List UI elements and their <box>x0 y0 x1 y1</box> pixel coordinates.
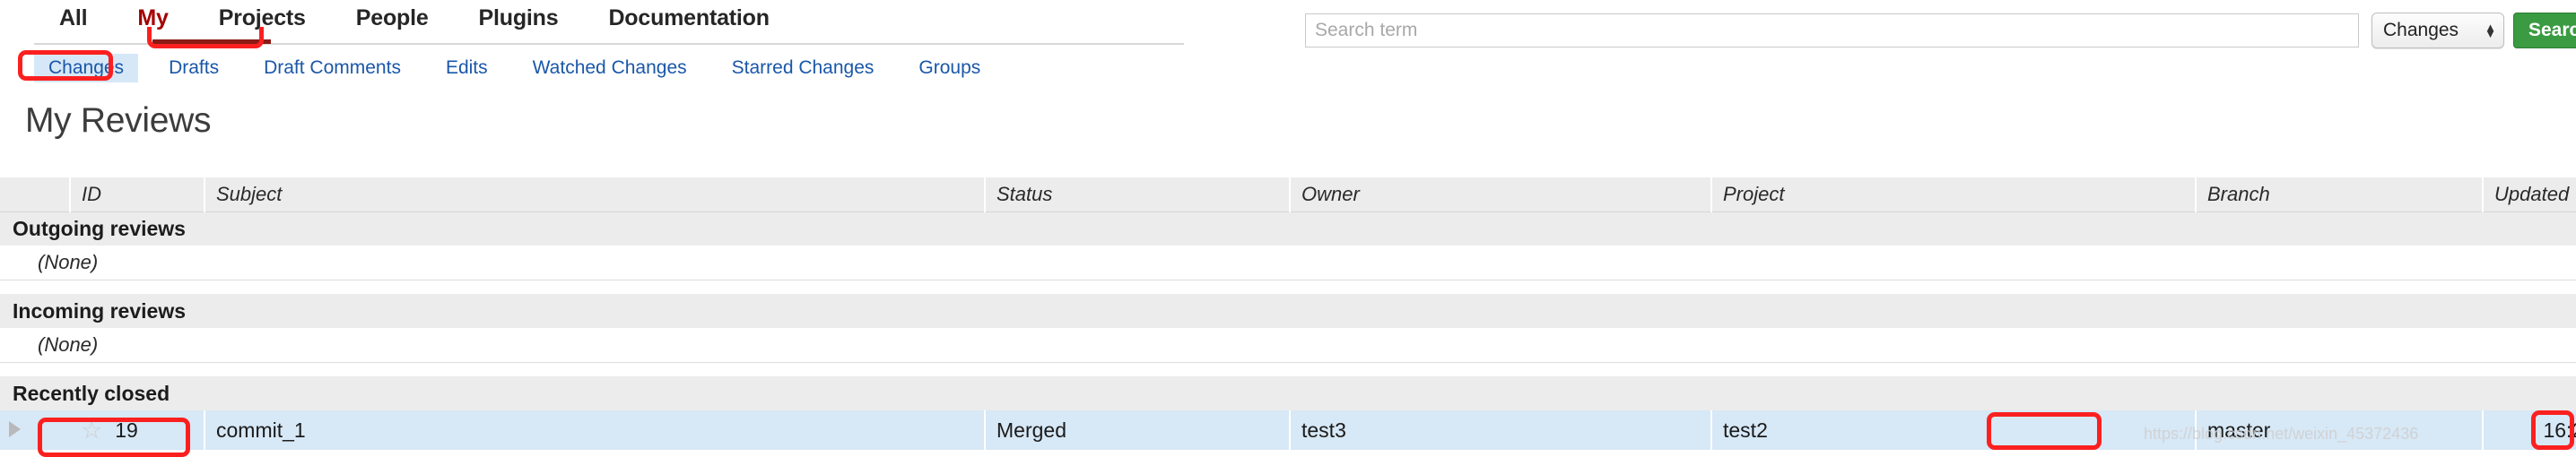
star-icon[interactable]: ☆ <box>81 418 102 443</box>
sub-nav-item-draft-comments[interactable]: Draft Comments <box>249 54 415 82</box>
column-header-project[interactable]: Project <box>1711 177 2197 212</box>
column-header-branch[interactable]: Branch <box>2196 177 2484 212</box>
main-menu: All My Projects People Plugins Documenta… <box>34 5 795 31</box>
gerrit-my-reviews-page: All My Projects People Plugins Documenta… <box>0 0 2576 457</box>
sub-nav-item-drafts[interactable]: Drafts <box>154 54 233 82</box>
column-header-updated[interactable]: Updated <box>2483 177 2576 212</box>
sub-nav-item-starred-changes[interactable]: Starred Changes <box>718 54 889 82</box>
section-title-incoming: Incoming reviews <box>0 294 2576 328</box>
column-header-owner[interactable]: Owner <box>1290 177 1712 212</box>
section-title-recently-closed: Recently closed <box>0 376 2576 410</box>
row-status-cell: Merged <box>985 410 1291 450</box>
section-empty-label-incoming: (None) <box>0 328 2576 363</box>
main-menu-item-people[interactable]: People <box>331 5 454 31</box>
column-header-subject[interactable]: Subject <box>205 177 986 212</box>
top-bar: All My Projects People Plugins Documenta… <box>0 0 2576 52</box>
search-button[interactable]: Search <box>2513 13 2576 48</box>
changes-table: ID Subject Status Owner Project Branch U… <box>0 177 2576 450</box>
main-menu-item-projects[interactable]: Projects <box>194 5 331 31</box>
section-header-recently-closed: Recently closed <box>0 376 2576 410</box>
sub-nav-item-changes[interactable]: Changes <box>34 54 139 82</box>
column-header-blank <box>0 177 71 212</box>
section-header-outgoing: Outgoing reviews <box>0 211 2576 246</box>
search-cluster: Changes ▲▼ Search xw.lipeng ▾ <box>1305 13 2576 48</box>
search-scope-value: Changes <box>2383 20 2459 40</box>
page-title: My Reviews <box>25 101 212 140</box>
row-id-value: 19 <box>115 418 138 442</box>
main-menu-active-underline <box>152 39 271 44</box>
sub-nav-item-edits[interactable]: Edits <box>431 54 502 82</box>
row-subject-cell[interactable]: commit_1 <box>205 410 986 450</box>
sub-nav: Changes Drafts Draft Comments Edits Watc… <box>34 54 1011 82</box>
caret-right-icon[interactable] <box>9 420 21 437</box>
main-menu-item-documentation[interactable]: Documentation <box>583 5 794 31</box>
sub-nav-item-groups[interactable]: Groups <box>904 54 995 82</box>
section-empty-outgoing: (None) <box>0 246 2576 280</box>
section-spacer-1 <box>0 280 2576 294</box>
table-header-row: ID Subject Status Owner Project Branch U… <box>0 177 2576 212</box>
row-project-cell[interactable]: test2 <box>1711 410 2197 450</box>
main-menu-item-plugins[interactable]: Plugins <box>454 5 584 31</box>
main-menu-item-all[interactable]: All <box>34 5 112 31</box>
section-title-outgoing: Outgoing reviews <box>0 211 2576 246</box>
watermark-text: https://blog.csdn.net/weixin_45372436 <box>2144 425 2419 443</box>
sub-nav-item-watched-changes[interactable]: Watched Changes <box>518 54 701 82</box>
section-empty-label-outgoing: (None) <box>0 246 2576 280</box>
column-header-status[interactable]: Status <box>985 177 1291 212</box>
chevron-updown-icon: ▲ ▼ <box>2485 21 2496 40</box>
row-owner-cell[interactable]: test3 <box>1290 410 1712 450</box>
section-header-incoming: Incoming reviews <box>0 294 2576 328</box>
column-header-id[interactable]: ID <box>70 177 205 212</box>
section-empty-incoming: (None) <box>0 328 2576 363</box>
search-scope-select[interactable]: Changes ▲ ▼ <box>2371 13 2504 48</box>
section-spacer-2 <box>0 362 2576 376</box>
row-expand-cell[interactable] <box>0 410 70 450</box>
search-input[interactable] <box>1305 13 2359 47</box>
row-id-cell[interactable]: ☆ 19 <box>70 410 205 450</box>
main-menu-item-my[interactable]: My <box>112 5 193 31</box>
row-updated-cell: 16:24 <box>2483 410 2576 450</box>
